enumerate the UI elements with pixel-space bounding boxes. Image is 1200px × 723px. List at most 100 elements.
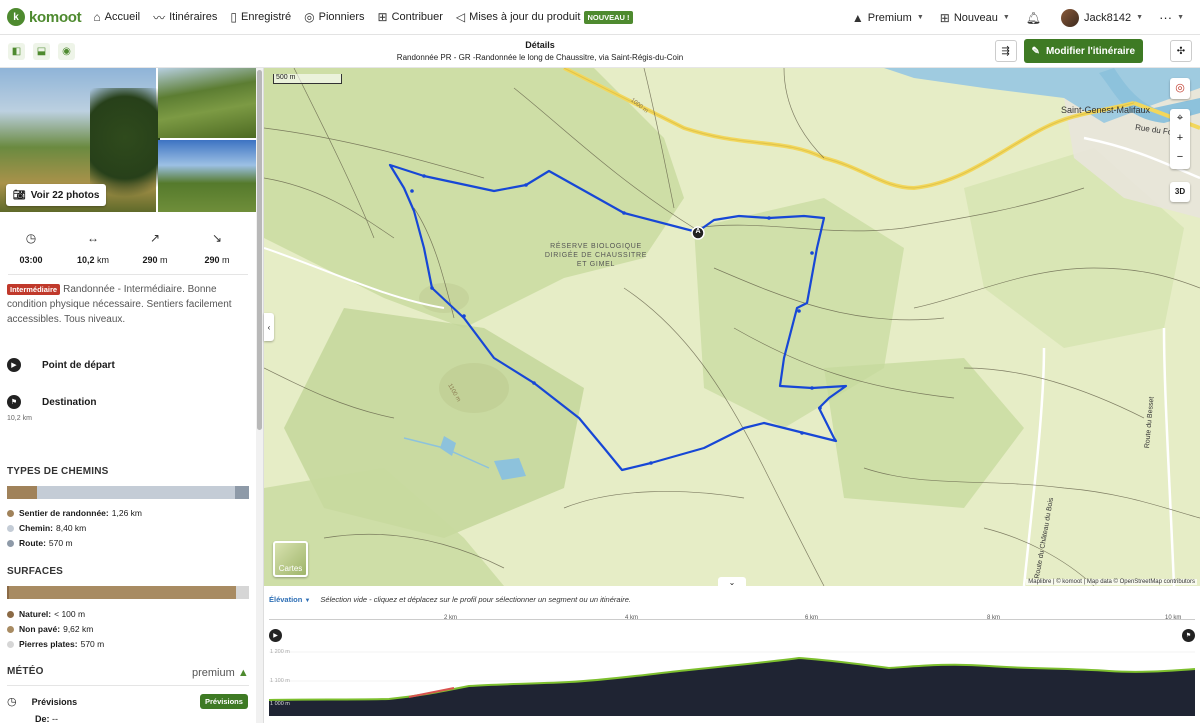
finish-flag-icon[interactable]: ⚑ xyxy=(1182,629,1195,642)
new-menu-label: Nouveau xyxy=(953,11,998,24)
start-play-icon[interactable]: ▶ xyxy=(269,629,282,642)
edit-route-button[interactable]: ✎ Modifier l'itinéraire xyxy=(1023,39,1143,63)
page-title: Détails xyxy=(525,40,555,50)
collapse-sidebar-button[interactable]: ‹ xyxy=(264,313,274,341)
map-view[interactable]: A RÉSERVE BIOLOGIQUE DIRIGÉE DE CHAUSSIT… xyxy=(264,68,1200,586)
stat-distance-unit: km xyxy=(97,255,110,265)
stopwatch-icon: ◷ xyxy=(25,231,37,245)
zoom-controls: ⌖ + − xyxy=(1170,109,1190,169)
forecast-button[interactable]: Prévisions xyxy=(200,694,248,709)
compass-icon: ◎ xyxy=(1175,82,1185,94)
forecast-button-label: Prévisions xyxy=(205,697,243,706)
elevation-panel: Élévation ▼ Sélection vide - cliquez et … xyxy=(264,586,1200,723)
brand-name: komoot xyxy=(29,8,82,26)
komoot-logo[interactable]: k komoot xyxy=(7,8,82,26)
legend-dot xyxy=(7,509,14,517)
route-name: Randonnée PR - GR -Randonnée le long de … xyxy=(396,53,684,62)
photo-2[interactable] xyxy=(158,68,256,138)
waypoint-destination[interactable]: ⚑ Destination xyxy=(7,395,96,409)
map-layers-button[interactable]: Cartes xyxy=(273,541,308,577)
nav-contribute[interactable]: ⊞ Contribuer xyxy=(378,10,443,24)
stat-distance: ↔ 10,2 km xyxy=(62,231,124,265)
reserve-label-line1: RÉSERVE BIOLOGIQUE xyxy=(550,243,642,250)
sidebar-toggle-icon[interactable]: ◧ xyxy=(8,43,25,60)
nav-pioneers[interactable]: ◎ Pionniers xyxy=(304,10,364,24)
town-label: Saint-Genest-Malifaux xyxy=(1061,105,1151,115)
edit-route-label: Modifier l'itinéraire xyxy=(1045,45,1135,57)
stat-descent-unit: m xyxy=(222,255,230,265)
ascent-icon: ↗ xyxy=(149,231,161,245)
chevron-down-icon: ▼ xyxy=(1177,14,1184,21)
from-value: -- xyxy=(52,714,59,723)
collapse-elevation-button[interactable]: ⌄ xyxy=(718,577,746,586)
eye-icon[interactable]: ◉ xyxy=(58,43,75,60)
route-details-sidebar: 📷︎ Voir 22 photos ◷ 03:00 ↔ 10,2 km ↗ 290 m … xyxy=(0,68,264,723)
photo-3[interactable] xyxy=(158,140,256,212)
route-toolbar: ◧ ⬓ ◉ Détails Randonnée PR - GR -Randonn… xyxy=(0,35,1200,68)
way-type-name: Chemin: xyxy=(19,523,53,533)
surfaces-bar[interactable] xyxy=(7,586,249,599)
sidebar-scrollbar[interactable] xyxy=(256,68,263,723)
view-photos-button[interactable]: 📷︎ Voir 22 photos xyxy=(6,184,107,206)
km-tick-2: 2 km xyxy=(444,615,458,621)
send-to-device-icon: ⇶ xyxy=(1001,45,1010,57)
zoom-in-button[interactable]: + xyxy=(1170,128,1190,147)
premium-menu[interactable]: ▲ Premium ▼ xyxy=(852,11,924,25)
difficulty-badge: Intermédiaire xyxy=(7,284,61,295)
way-type-name: Route: xyxy=(19,538,46,548)
stat-duration-value: 03:00 xyxy=(19,255,43,265)
compass-button[interactable]: ◎ xyxy=(1170,78,1190,99)
way-types-bar[interactable] xyxy=(7,486,249,499)
3d-toggle-button[interactable]: 3D xyxy=(1170,182,1190,202)
map-canvas[interactable] xyxy=(264,68,1200,586)
zoom-out-button[interactable]: − xyxy=(1170,147,1190,166)
weather-title: MÉTÉO xyxy=(7,666,44,677)
stat-descent-value: 290 xyxy=(204,255,220,265)
nav-routes[interactable]: 〰 Itinéraires xyxy=(153,9,217,26)
surface-value: 9,62 km xyxy=(63,624,94,634)
new-badge: NOUVEAU ! xyxy=(584,10,633,24)
plus-square-icon: ⊞ xyxy=(939,10,950,25)
fullscreen-button[interactable]: ✣ xyxy=(1170,40,1192,62)
way-type-segment-0[interactable] xyxy=(7,486,37,499)
destination-distance: 10,2 km xyxy=(7,415,32,422)
distance-axis xyxy=(269,619,1195,620)
elevation-tab[interactable]: Élévation ▼ xyxy=(269,595,310,604)
waypoint-destination-label: Destination xyxy=(42,396,97,408)
chevron-left-icon: ‹ xyxy=(267,322,271,332)
reserve-label: RÉSERVE BIOLOGIQUE DIRIGÉE DE CHAUSSITRE… xyxy=(536,242,656,269)
surface-segment-2[interactable] xyxy=(235,586,249,599)
y-tick-1200: 1 200 m xyxy=(270,649,290,655)
forecast-label: Prévisions xyxy=(31,696,78,707)
chevron-down-icon: ▼ xyxy=(1136,14,1144,21)
way-type-hiking-trail: Sentier de randonnée: 1,26 km xyxy=(7,508,142,518)
new-menu[interactable]: ⊞ Nouveau ▼ xyxy=(940,11,1010,25)
stat-ascent-value: 290 xyxy=(142,255,158,265)
user-menu[interactable]: Jack8142 ▼ xyxy=(1061,8,1144,27)
username: Jack8142 xyxy=(1084,11,1132,24)
nav-product-updates[interactable]: ◁ Mises à jour du produit NOUVEAU ! xyxy=(456,10,633,24)
way-type-segment-1[interactable] xyxy=(37,486,236,499)
avatar xyxy=(1061,8,1080,27)
way-type-value: 8,40 km xyxy=(56,523,87,533)
chevron-down-icon: ⌄ xyxy=(728,578,736,586)
nav-saved[interactable]: ▯ Enregistré xyxy=(230,10,291,24)
from-label: De: xyxy=(35,714,50,723)
premium-tag: premium ▲ xyxy=(192,667,249,679)
route-icon: 〰 xyxy=(153,10,166,25)
more-menu[interactable]: ··· ▼ xyxy=(1159,10,1184,25)
send-to-device-button[interactable]: ⇶ xyxy=(994,40,1017,62)
way-type-segment-2[interactable] xyxy=(235,486,249,499)
locate-icon[interactable]: ⌖ xyxy=(1170,109,1190,128)
legend-dot xyxy=(7,610,14,618)
stat-ascent: ↗ 290 m xyxy=(124,231,186,265)
surface-segment-1[interactable] xyxy=(9,586,236,599)
fullscreen-icon: ✣ xyxy=(1176,45,1186,57)
nav-home[interactable]: ⌂ Accueil xyxy=(93,10,140,24)
photo-gallery[interactable]: 📷︎ Voir 22 photos xyxy=(0,68,256,212)
elevation-profile[interactable] xyxy=(269,644,1195,716)
waypoint-start[interactable]: ▶ Point de départ xyxy=(7,358,115,372)
way-type-name: Sentier de randonnée: xyxy=(19,508,109,518)
notifications-button[interactable]: 🔔︎ xyxy=(1026,11,1045,25)
bottom-panel-toggle-icon[interactable]: ⬓ xyxy=(33,43,50,60)
